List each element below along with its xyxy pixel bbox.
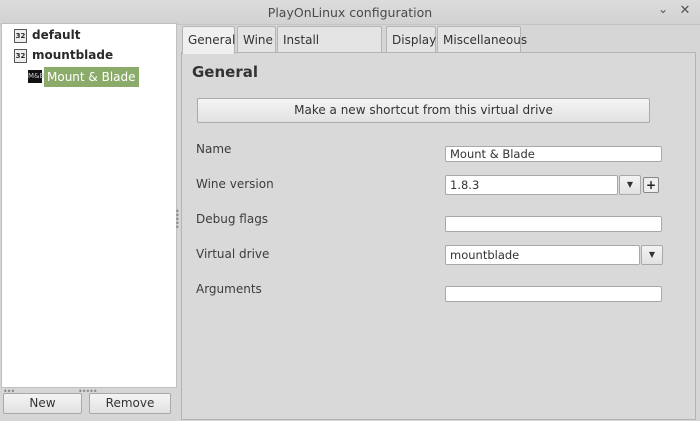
plus-icon[interactable]: +: [643, 177, 659, 193]
tree-item-label: Mount & Blade: [44, 67, 139, 87]
arguments-label: Arguments: [196, 282, 262, 296]
tree-item-label: mountblade: [32, 48, 114, 62]
name-field[interactable]: Mount & Blade: [445, 146, 662, 162]
name-label: Name: [196, 142, 232, 156]
make-shortcut-button[interactable]: Make a new shortcut from this virtual dr…: [197, 98, 650, 123]
tree-item-label: default: [32, 28, 81, 42]
tab-miscellaneous[interactable]: Miscellaneous: [437, 26, 527, 53]
virtual-drive-select[interactable]: mountblade: [445, 245, 640, 265]
remove-button[interactable]: Remove: [89, 393, 171, 414]
wine-version-label: Wine version: [196, 177, 274, 191]
tab-general[interactable]: General: [182, 26, 235, 54]
tab-wine[interactable]: Wine: [237, 26, 276, 53]
game-icon: M&B: [28, 70, 44, 83]
new-button[interactable]: New: [3, 393, 82, 414]
tab-install-components[interactable]: Install components: [277, 26, 382, 73]
close-icon[interactable]: ✕: [677, 3, 693, 19]
prefix-tree: 32 default 32 mountblade M&B Mount & Blade: [1, 23, 177, 388]
arguments-field[interactable]: [445, 286, 662, 302]
tree-item-default[interactable]: 32 default: [14, 26, 80, 44]
debug-flags-label: Debug flags: [196, 212, 269, 226]
wine-version-select[interactable]: 1.8.3: [445, 175, 618, 195]
tree-item-mountblade[interactable]: 32 mountblade: [14, 46, 113, 64]
splitter-grip-icon[interactable]: • • • • •: [175, 208, 180, 232]
general-panel: General Make a new shortcut from this vi…: [181, 52, 696, 420]
debug-flags-field[interactable]: [445, 216, 662, 232]
wine-32-icon: 32: [14, 28, 27, 43]
window-title: PlayOnLinux configuration: [267, 5, 433, 20]
title-bar: PlayOnLinux configuration ⌄ ✕: [0, 0, 700, 25]
virtual-drive-label: Virtual drive: [196, 247, 270, 261]
chevron-down-icon[interactable]: ▼: [619, 175, 641, 195]
panel-title: General: [192, 63, 258, 81]
minimize-icon[interactable]: ⌄: [655, 1, 671, 17]
wine-32-icon: 32: [14, 48, 27, 63]
chevron-down-icon[interactable]: ▼: [641, 245, 663, 265]
tab-display[interactable]: Display: [386, 26, 436, 53]
